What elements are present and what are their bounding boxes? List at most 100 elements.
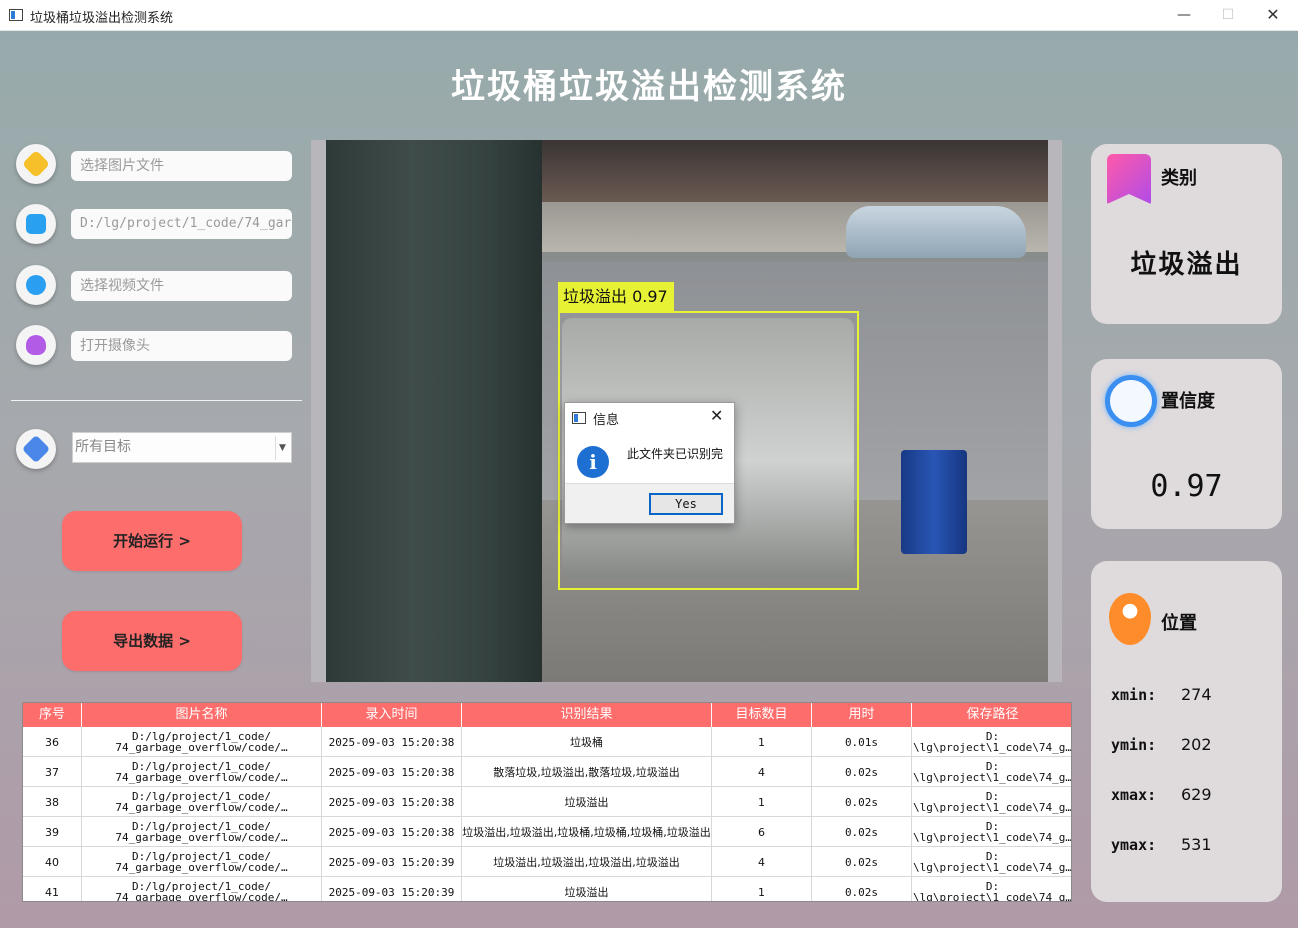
cell-index: 39 xyxy=(23,817,82,847)
table-row[interactable]: 39 D:/lg/project/1_code/74_garbage_overfl… xyxy=(23,817,1072,847)
cell-save-path-text: \lg\project\1_code\74_g… xyxy=(913,771,1072,784)
cell-image-name-text: 74_garbage_overflow/code/… xyxy=(115,831,288,844)
table-row[interactable]: 36 D:/lg/project/1_code/74_garbage_overfl… xyxy=(23,727,1072,757)
cell-save-path-text: \lg\project\1_code\74_g… xyxy=(913,741,1072,754)
cell-count-text: 1 xyxy=(758,735,765,749)
cell-count: 6 xyxy=(712,817,812,847)
cell-elapsed-text: 0.02s xyxy=(844,855,879,869)
minimize-button[interactable]: — xyxy=(1170,4,1198,26)
dialog-yes-button[interactable]: Yes xyxy=(649,493,723,515)
webcam-icon xyxy=(26,335,46,355)
cell-result: 垃圾溢出 xyxy=(462,877,712,901)
dialog-footer: Yes xyxy=(565,483,734,523)
confidence-value: 0.97 xyxy=(1150,469,1223,504)
window-titlebar: 垃圾桶垃圾溢出检测系统 — ☐ ✕ xyxy=(0,0,1298,31)
table-row[interactable]: 41 D:/lg/project/1_code/74_garbage_overfl… xyxy=(23,877,1072,902)
cell-elapsed-text: 0.02s xyxy=(844,885,879,899)
folder-path-field[interactable]: D:/lg/project/1_code/74_garbage_overflow xyxy=(71,209,292,239)
cell-index: 36 xyxy=(23,727,82,757)
cell-elapsed: 0.02s xyxy=(812,757,912,787)
col-header-result[interactable]: 识别结果 xyxy=(462,703,712,727)
col-header-save-path[interactable]: 保存路径 xyxy=(912,703,1071,727)
confidence-ring-icon xyxy=(1105,375,1157,427)
table-row[interactable]: 38 D:/lg/project/1_code/74_garbage_overfl… xyxy=(23,787,1071,817)
folder-icon[interactable] xyxy=(16,204,56,244)
table-row[interactable]: 40 D:/lg/project/1_code/74_garbage_overfl… xyxy=(23,847,1072,877)
cell-index-text: 37 xyxy=(45,765,59,779)
app-window-icon xyxy=(9,9,23,21)
class-card: 类别 垃圾溢出 xyxy=(1091,144,1282,324)
cell-result-text: 垃圾桶 xyxy=(570,735,603,749)
cell-result: 垃圾桶 xyxy=(462,727,712,757)
start-run-button[interactable]: 开始运行 > xyxy=(62,511,242,571)
col-header-index[interactable]: 序号 xyxy=(23,703,82,727)
cell-time-text: 2025-09-03 15:20:38 xyxy=(328,795,455,809)
close-window-button[interactable]: ✕ xyxy=(1259,4,1287,26)
detection-label: 垃圾溢出 0.97 xyxy=(558,282,674,311)
results-table[interactable]: 序号 图片名称 录入时间 识别结果 目标数目 用时 保存路径 36 D:/lg/p… xyxy=(22,702,1072,902)
dialog-close-icon[interactable]: ✕ xyxy=(710,406,723,425)
col-header-count[interactable]: 目标数目 xyxy=(712,703,812,727)
video-file-field[interactable]: 选择视频文件 xyxy=(71,271,292,301)
cell-elapsed: 0.02s xyxy=(812,817,912,847)
cell-elapsed-text: 0.02s xyxy=(844,795,879,809)
table-row[interactable]: 37 D:/lg/project/1_code/74_garbage_overfl… xyxy=(23,757,1072,787)
camera-icon[interactable] xyxy=(16,325,56,365)
dialog-app-icon xyxy=(572,412,586,424)
cell-save-path: D: \lg\project\1_code\74_g… xyxy=(912,877,1072,902)
photo-pole xyxy=(326,140,542,682)
cell-time: 2025-09-03 15:20:38 xyxy=(322,817,462,847)
class-value: 垃圾溢出 xyxy=(1130,250,1243,280)
cell-index-text: 38 xyxy=(45,795,59,809)
cell-result-text: 垃圾溢出 xyxy=(564,885,609,899)
cell-image-name: D:/lg/project/1_code/74_garbage_overflow… xyxy=(82,757,322,787)
cell-save-path-text: \lg\project\1_code\74_g… xyxy=(913,891,1072,902)
target-tag-icon xyxy=(16,429,56,469)
cell-result: 垃圾溢出,垃圾溢出,垃圾溢出,垃圾溢出 xyxy=(462,847,712,877)
cell-time: 2025-09-03 15:20:38 xyxy=(322,727,462,757)
chevron-down-icon[interactable]: ▼ xyxy=(275,436,289,460)
maximize-button[interactable]: ☐ xyxy=(1214,4,1242,26)
cell-time: 2025-09-03 15:20:39 xyxy=(322,847,462,877)
cell-save-path-text: \lg\project\1_code\74_g… xyxy=(913,861,1072,874)
xmin-label: xmin: xyxy=(1111,686,1157,704)
position-title: 位置 xyxy=(1161,613,1197,634)
cell-count-text: 1 xyxy=(758,885,765,899)
cell-count-text: 4 xyxy=(758,765,765,779)
location-pin-icon xyxy=(1109,593,1151,645)
cell-count: 1 xyxy=(712,727,812,757)
cell-elapsed: 0.02s xyxy=(812,877,912,901)
col-header-elapsed[interactable]: 用时 xyxy=(812,703,912,727)
cell-image-name: D:/lg/project/1_code/74_garbage_overflow… xyxy=(82,817,322,847)
cell-time: 2025-09-03 15:20:38 xyxy=(322,787,462,817)
cell-count: 4 xyxy=(712,757,812,787)
cell-image-name-text: 74_garbage_overflow/code/… xyxy=(115,771,288,784)
tag-icon xyxy=(21,434,51,464)
target-select[interactable]: 所有目标 ▼ xyxy=(72,432,292,463)
cell-save-path-text: \lg\project\1_code\74_g… xyxy=(913,831,1072,844)
cell-time-text: 2025-09-03 15:20:39 xyxy=(328,885,455,899)
export-data-button[interactable]: 导出数据 > xyxy=(62,611,242,671)
cell-elapsed: 0.02s xyxy=(812,787,912,817)
target-select-value: 所有目标 xyxy=(75,439,131,455)
image-file-field[interactable]: 选择图片文件 xyxy=(71,151,292,181)
cell-count-text: 4 xyxy=(758,855,765,869)
col-header-time[interactable]: 录入时间 xyxy=(322,703,462,727)
info-dialog[interactable]: 信息 ✕ i 此文件夹已识别完 Yes xyxy=(564,402,735,524)
image-folder-icon[interactable] xyxy=(16,144,56,184)
cell-image-name: D:/lg/project/1_code/74_garbage_overflow… xyxy=(82,877,322,901)
xmin-value: 274 xyxy=(1181,685,1212,704)
cell-time: 2025-09-03 15:20:38 xyxy=(322,757,462,787)
cell-save-path: D: \lg\project\1_code\74_g… xyxy=(912,757,1072,787)
ymax-label: ymax: xyxy=(1111,836,1157,854)
class-title: 类别 xyxy=(1161,168,1197,189)
col-header-image-name[interactable]: 图片名称 xyxy=(82,703,322,727)
cell-time-text: 2025-09-03 15:20:39 xyxy=(328,855,455,869)
cell-result: 垃圾溢出 xyxy=(462,787,712,817)
confidence-card: 置信度 0.97 xyxy=(1091,359,1282,529)
video-icon[interactable] xyxy=(16,265,56,305)
cell-elapsed: 0.01s xyxy=(812,727,912,757)
document-icon xyxy=(26,214,46,234)
camera-field[interactable]: 打开摄像头 xyxy=(71,331,292,361)
window-title: 垃圾桶垃圾溢出检测系统 xyxy=(30,11,174,26)
